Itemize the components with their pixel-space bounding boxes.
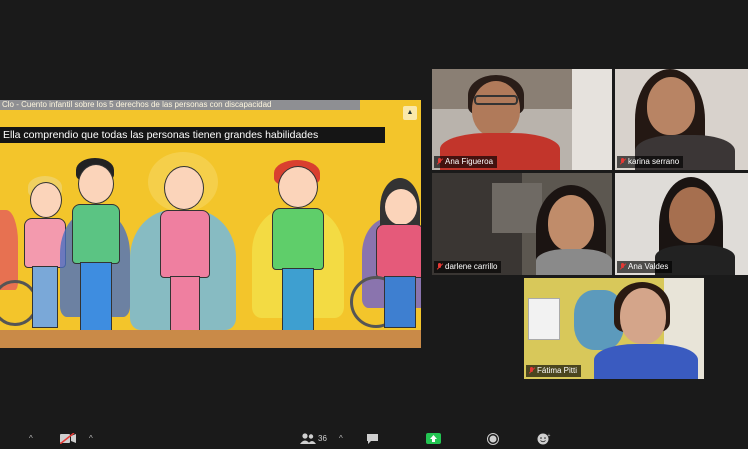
illustration-child-5	[248, 100, 348, 348]
video-off-icon[interactable]	[59, 432, 76, 448]
participant-name: Fátima Pitti	[537, 366, 578, 375]
reactions-icon[interactable]: +	[537, 433, 551, 449]
participants-icon[interactable]	[300, 433, 316, 448]
participant-face	[669, 187, 715, 243]
mic-muted-icon	[437, 158, 442, 166]
participants-count: 36	[318, 434, 327, 443]
mic-muted-icon	[529, 367, 534, 375]
participant-name-tag: darlene carrillo	[434, 261, 502, 273]
participant-name-tag: Ana Valdes	[617, 261, 673, 273]
mic-muted-icon	[620, 263, 625, 271]
illustration-child-3	[60, 100, 140, 348]
participant-tile[interactable]: Ana Figueroa	[432, 69, 612, 170]
participant-tile[interactable]: Fátima Pitti	[524, 278, 704, 379]
participant-tile[interactable]: darlene carrillo	[432, 173, 612, 275]
participant-name: Ana Figueroa	[445, 157, 494, 166]
participant-face	[472, 81, 520, 137]
participants-options-chevron-icon[interactable]: ^	[339, 432, 343, 446]
svg-text:+: +	[548, 433, 551, 439]
participant-name: Ana Valdes	[628, 262, 669, 271]
record-icon[interactable]	[487, 433, 499, 449]
participant-tile[interactable]: karina serrano	[615, 69, 748, 170]
chat-icon[interactable]	[366, 433, 379, 448]
participant-face	[548, 195, 594, 251]
participant-name-tag: karina serrano	[617, 156, 684, 168]
video-options-chevron-icon[interactable]: ^	[89, 432, 93, 446]
participant-face	[620, 288, 666, 344]
illustration-child-4	[130, 100, 240, 348]
illustration-child-6	[350, 100, 421, 348]
illustration-ground	[0, 330, 421, 348]
mic-muted-icon	[620, 158, 625, 166]
participant-name-tag: Ana Figueroa	[434, 156, 498, 168]
participant-name: karina serrano	[628, 157, 680, 166]
mic-muted-icon	[437, 263, 442, 271]
meeting-toolbar: ^ ^ 36 ^ +	[0, 430, 748, 448]
participant-tile[interactable]: Ana Valdes	[615, 173, 748, 275]
participant-name-tag: Fátima Pitti	[526, 365, 582, 377]
share-screen-icon[interactable]	[426, 433, 441, 448]
participant-face	[647, 77, 695, 135]
participant-name: darlene carrillo	[445, 262, 498, 271]
audio-options-chevron-icon[interactable]: ^	[29, 432, 33, 446]
shared-screen[interactable]: Clo - Cuento infantil sobre los 5 derech…	[0, 100, 421, 348]
